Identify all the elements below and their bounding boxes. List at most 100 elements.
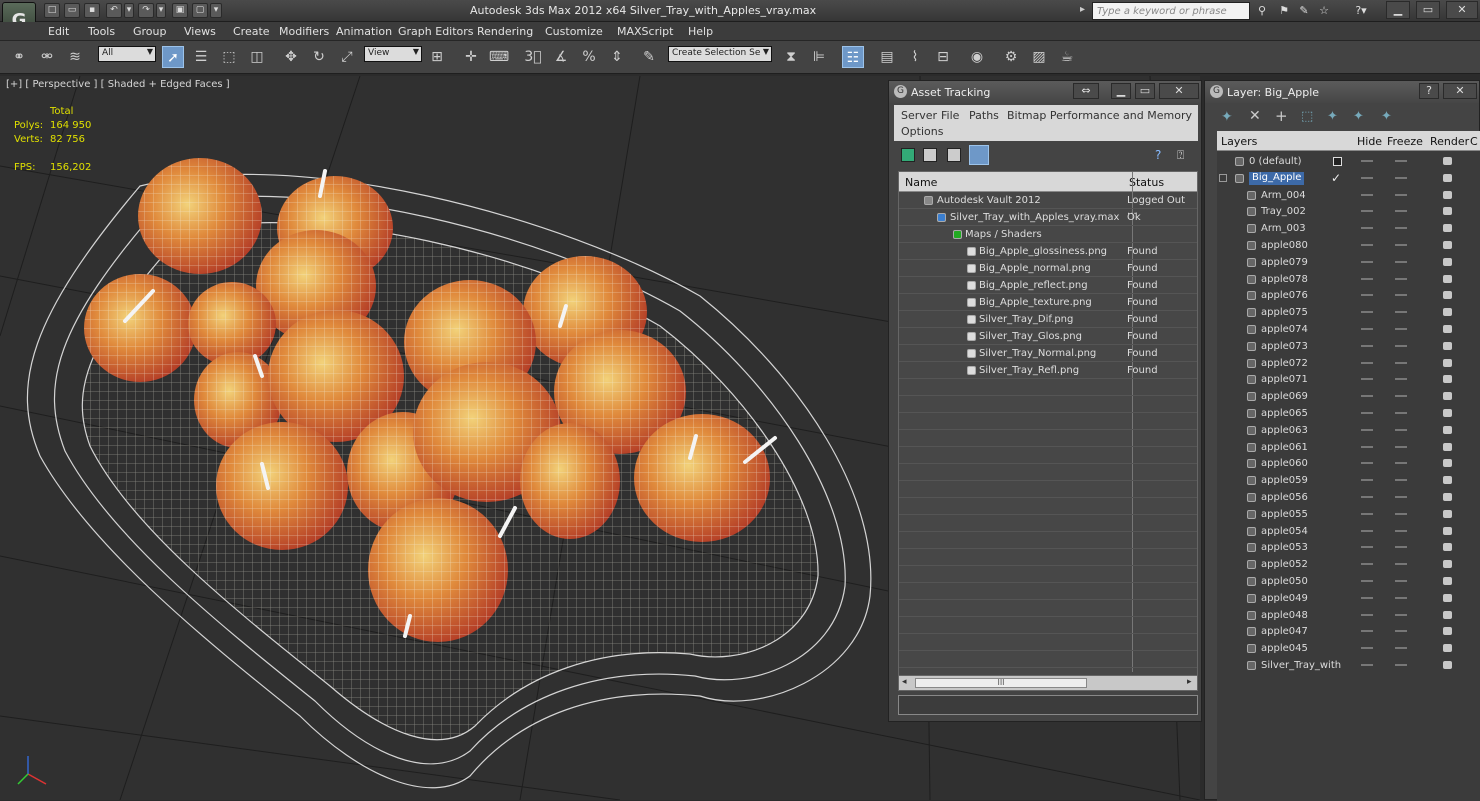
render-teapot-icon[interactable] <box>1443 577 1452 585</box>
menu-help[interactable]: Help <box>688 25 713 38</box>
list-view-icon[interactable] <box>923 148 937 162</box>
freeze-toggle[interactable] <box>1395 176 1407 179</box>
named-selection-set-dropdown[interactable]: Create Selection Se ▼ <box>668 46 772 62</box>
window-crossing-icon[interactable]: ◫ <box>246 46 268 68</box>
undo-dropdown-icon[interactable]: ▾ <box>124 3 134 18</box>
mirror-icon[interactable]: ⧗ <box>780 46 802 68</box>
render-teapot-icon[interactable] <box>1443 644 1452 653</box>
freeze-toggle[interactable] <box>1395 529 1407 532</box>
hide-toggle[interactable] <box>1361 277 1373 280</box>
help-icon[interactable]: ?▾ <box>1346 3 1376 18</box>
freeze-toggle[interactable] <box>1395 395 1407 398</box>
render-teapot-icon[interactable] <box>1443 610 1452 619</box>
subscription-icon[interactable]: ⚑ <box>1276 3 1292 18</box>
add-to-layer-icon[interactable]: + <box>1275 107 1288 125</box>
asset-row[interactable]: Silver_Tray_Dif.png Found <box>899 311 1197 328</box>
object-row[interactable]: Arm_004 <box>1217 187 1480 204</box>
hide-toggle[interactable] <box>1361 462 1373 465</box>
hide-toggle[interactable] <box>1361 260 1373 263</box>
maximize-icon[interactable]: ▭ <box>1416 1 1440 19</box>
object-row[interactable]: apple075 <box>1217 304 1480 321</box>
object-row[interactable]: apple048 <box>1217 607 1480 624</box>
asset-row[interactable]: Silver_Tray_Glos.png Found <box>899 328 1197 345</box>
hide-toggle[interactable] <box>1361 412 1373 414</box>
object-row[interactable]: apple055 <box>1217 506 1480 523</box>
object-row[interactable]: apple045 <box>1217 640 1480 657</box>
hide-toggle[interactable] <box>1361 244 1373 246</box>
freeze-toggle[interactable] <box>1395 193 1407 196</box>
percent-snap-icon[interactable]: % <box>578 46 600 68</box>
render-production-icon[interactable]: ☕ <box>1056 46 1078 68</box>
angle-snap-icon[interactable]: ∡ <box>550 46 572 68</box>
object-row[interactable]: apple056 <box>1217 489 1480 506</box>
hide-toggle[interactable] <box>1361 512 1373 515</box>
bind-space-warp-icon[interactable]: ≋ <box>64 46 86 68</box>
menu-maxscript[interactable]: MAXScript <box>617 25 673 38</box>
edit-named-selection-icon[interactable]: ✎ <box>638 46 660 68</box>
hide-toggle[interactable] <box>1361 311 1373 314</box>
object-row[interactable]: apple047 <box>1217 623 1480 640</box>
hide-toggle[interactable] <box>1361 664 1373 666</box>
render-teapot-icon[interactable] <box>1443 493 1452 501</box>
object-row[interactable]: Tray_002 <box>1217 203 1480 220</box>
column-hide-header[interactable]: Hide <box>1357 135 1382 148</box>
freeze-toggle[interactable] <box>1395 210 1407 213</box>
object-row[interactable]: apple071 <box>1217 371 1480 388</box>
asset-maximize-icon[interactable]: ▭ <box>1135 83 1155 99</box>
menu-rendering[interactable]: Rendering <box>477 25 533 38</box>
hide-toggle[interactable] <box>1361 395 1373 398</box>
render-teapot-icon[interactable] <box>1443 560 1452 569</box>
move-icon[interactable]: ✥ <box>280 46 302 68</box>
material-editor-icon[interactable]: ◉ <box>966 46 988 68</box>
communication-center-icon[interactable]: ✎ <box>1296 3 1312 18</box>
help-pointer-icon[interactable]: ⍰ <box>1177 148 1191 162</box>
collapse-layer-icon[interactable] <box>1219 173 1227 182</box>
render-teapot-icon[interactable] <box>1443 476 1452 485</box>
horizontal-scrollbar[interactable]: ◂ III ▸ <box>898 675 1198 691</box>
freeze-toggle[interactable] <box>1395 260 1407 263</box>
rotate-icon[interactable]: ↻ <box>308 46 330 68</box>
hide-toggle[interactable] <box>1361 344 1373 347</box>
render-teapot-icon[interactable] <box>1443 593 1452 602</box>
object-row[interactable]: apple078 <box>1217 271 1480 288</box>
hide-all-layers-icon[interactable]: ✦ <box>1353 109 1364 124</box>
freeze-toggle[interactable] <box>1395 445 1407 448</box>
asset-menu-options[interactable]: Options <box>901 125 943 138</box>
delete-layer-icon[interactable]: ✕ <box>1249 108 1261 124</box>
hide-toggle[interactable] <box>1361 227 1373 230</box>
object-row[interactable]: apple072 <box>1217 355 1480 372</box>
asset-row[interactable]: Big_Apple_reflect.png Found <box>899 277 1197 294</box>
viewport-label-menu[interactable]: [+] [ Perspective ] [ Shaded + Edged Fac… <box>6 79 230 90</box>
freeze-toggle[interactable] <box>1395 512 1407 515</box>
menu-modifiers[interactable]: Modifiers <box>279 25 329 38</box>
rendered-frame-window-icon[interactable]: ▨ <box>1028 46 1050 68</box>
render-teapot-icon[interactable] <box>1443 459 1452 468</box>
save-file-icon[interactable]: ▪ <box>84 3 100 18</box>
scale-icon[interactable]: ⤢ <box>336 46 358 68</box>
render-teapot-icon[interactable] <box>1443 325 1452 333</box>
freeze-toggle[interactable] <box>1395 328 1407 330</box>
hide-toggle[interactable] <box>1361 596 1373 599</box>
menu-customize[interactable]: Customize <box>545 25 603 38</box>
render-teapot-icon[interactable] <box>1443 257 1452 266</box>
freeze-toggle[interactable] <box>1395 479 1407 482</box>
render-teapot-icon[interactable] <box>1443 341 1452 350</box>
layer-close-icon[interactable]: ✕ <box>1443 83 1477 99</box>
hide-toggle[interactable] <box>1361 193 1373 196</box>
render-teapot-icon[interactable] <box>1443 207 1452 216</box>
object-row[interactable]: apple063 <box>1217 422 1480 439</box>
menu-graph-editors[interactable]: Graph Editors <box>398 25 474 38</box>
hide-toggle[interactable] <box>1361 160 1373 162</box>
hide-toggle[interactable] <box>1361 613 1373 616</box>
freeze-toggle[interactable] <box>1395 361 1407 364</box>
highlight-selected-icon[interactable]: ✦ <box>1327 109 1338 124</box>
freeze-toggle[interactable] <box>1395 428 1407 431</box>
asset-path-field[interactable] <box>898 695 1198 715</box>
selection-filter-dropdown[interactable]: All ▼ <box>98 46 156 62</box>
column-freeze-header[interactable]: Freeze <box>1387 135 1423 148</box>
hide-toggle[interactable] <box>1361 647 1373 650</box>
rectangular-selection-icon[interactable]: ⬚ <box>218 46 240 68</box>
expand-search-icon[interactable]: ▸ <box>1080 4 1085 15</box>
layer-manager-icon[interactable]: ☷ <box>842 46 864 68</box>
freeze-toggle[interactable] <box>1395 596 1407 599</box>
